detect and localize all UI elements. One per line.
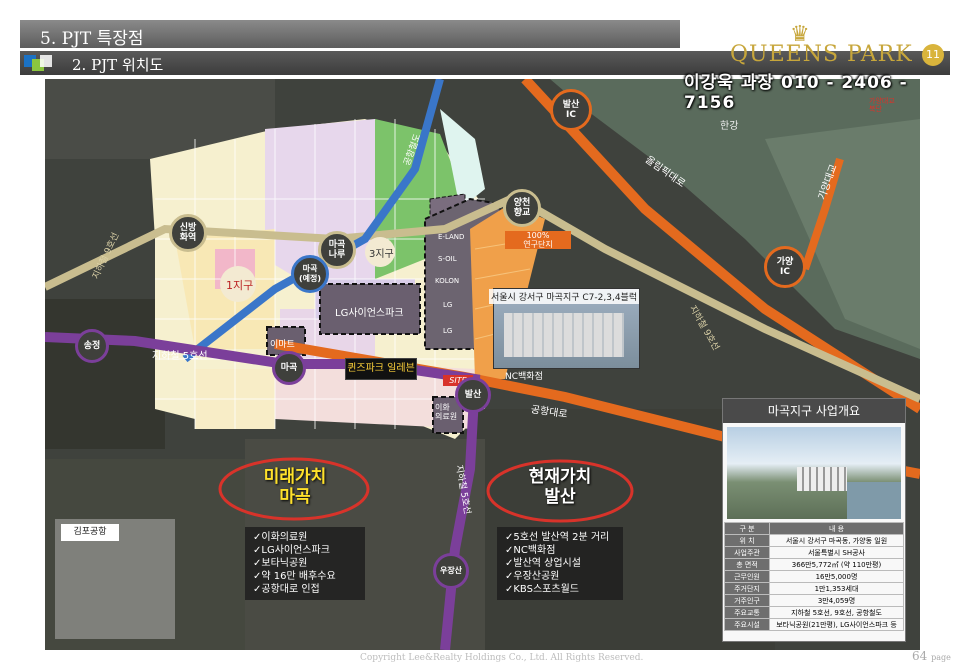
label-lg1: LG [443,301,453,309]
future-item: ✓보타닉공원 [253,558,308,569]
station-balsan-ic: 발산 IC [550,89,592,131]
table-cell: 서울시 강서구 마곡동, 가양동 일원 [769,534,904,547]
slide: 5. PJT 특장점 2. PJT 위치도 ♛ QUEENS PARK 11 서… [0,0,962,666]
table-cell: 위 치 [724,534,770,547]
label-ewha: 이화 의료원 [435,403,458,421]
station-yangcheon: 양천 향교 [503,189,541,227]
table-cell: 내 용 [769,522,904,535]
section-header: 5. PJT 특장점 [20,20,680,49]
future-features: ✓이화의료원 ✓LG사이언스파크 ✓보타닉공원 ✓약 16만 배후수요 ✓공항대… [245,527,365,600]
table-cell: 서울특별시 SH공사 [769,546,904,559]
research-tag: 100% 연구단지 [505,231,571,249]
label-nc: NC백화점 [505,372,543,382]
label-hangang: 한강 [720,121,739,132]
table-row: 사업주관 서울특별시 SH공사 [724,546,904,559]
project-caption: 서울시 강서구 마곡지구 C7-2,3,4블럭 [489,289,640,304]
table-row: 거주인구 3만4,059명 [724,594,904,607]
table-cell: 사업주관 [724,546,770,559]
overview-panel: 마곡지구 사업개요 구 분내 용 위 치 서울시 강서구 마곡동, 가양동 일원 … [722,398,906,642]
table-cell: 근무인원 [724,570,770,583]
label-lg2: LG [443,327,453,335]
copyright: Copyright Lee&Realty Holdings Co., Ltd. … [360,653,644,663]
future-item: ✓LG사이언스파크 [253,545,330,556]
contact-info: 이강욱 과장 010 - 2406 - 7156 [684,73,908,113]
table-cell: 보타닉공원(21만평), LG사이언스파크 등 [769,618,904,631]
overview-table: 구 분내 용 위 치 서울시 강서구 마곡동, 가양동 일원 사업주관 서울특별시 … [724,522,904,631]
table-row: 총 면적 366만5,772㎡ (약 110만평) [724,558,904,571]
table-row: 위 치 서울시 강서구 마곡동, 가양동 일원 [724,534,904,547]
label-eland: E-LAND [438,233,465,241]
label-lg-science: LG사이언스파크 [335,308,404,319]
table-cell: 총 면적 [724,558,770,571]
station-balsan: 발산 [455,377,491,413]
label-district3: 3지구 [369,249,394,260]
table-cell: 3만4,059명 [769,594,904,607]
table-cell: 지하철 5호선, 9호선, 공항철도 [769,606,904,619]
table-cell: 16만5,000명 [769,570,904,583]
table-cell: 거주인구 [724,594,770,607]
present-item: ✓발산역 상업시설 [505,558,581,569]
section-title: 5. PJT 특장점 [40,29,144,49]
aerial-buildings [797,467,847,491]
page-value: 64 [912,649,928,663]
station-ujangsan: 우장산 [433,553,469,589]
logo-text: QUEENS PARK [730,42,913,67]
table-cell: 주요교통 [724,606,770,619]
present-value-title: 현재가치 발산 [528,467,592,507]
aerial-image [727,427,901,519]
table-cell: 주거단지 [724,582,770,595]
table-cell: 주요시설 [724,618,770,631]
table-cell: 1만1,353세대 [769,582,904,595]
station-magok-planned: 마곡 (예정) [291,255,329,293]
page-suffix: page [931,653,951,662]
page-number: 64 page [912,649,951,663]
label-emart: 이마트 [270,340,295,350]
white-square-icon [40,55,52,67]
table-row: 주요시설 보타닉공원(21만평), LG사이언스파크 등 [724,618,904,631]
station-gayang-ic: 가양 IC [764,246,806,288]
label-gimpo: 김포공항 [61,524,119,541]
present-features: ✓5호선 발산역 2분 거리 ✓NC백화점 ✓발산역 상업시설 ✓우장산공원 ✓… [497,527,623,600]
overview-title: 마곡지구 사업개요 [723,399,905,423]
station-songjeong: 송정 [75,329,109,363]
future-item: ✓이화의료원 [253,532,308,543]
present-item: ✓NC백화점 [505,545,556,556]
future-item: ✓약 16만 배후수요 [253,571,336,582]
present-item: ✓우장산공원 [505,571,560,582]
table-row: 주요교통 지하철 5호선, 9호선, 공항철도 [724,606,904,619]
queens-park-logo: ♛ QUEENS PARK 11 [730,22,950,68]
label-soil: S-OIL [438,255,457,263]
label-kolon: KOLON [435,277,460,285]
table-cell: 구 분 [724,522,770,535]
aerial-river [847,482,901,519]
queens-park-label: 퀸즈파크 일레븐 [345,358,417,380]
logo-number: 11 [922,44,944,66]
label-district1: 1지구 [226,279,254,292]
sub-title: 2. PJT 위치도 [72,56,164,74]
table-row: 구 분내 용 [724,522,904,535]
present-item: ✓KBS스포츠월드 [505,584,579,595]
building-image [504,313,624,357]
station-sinbang: 신방 화역 [169,214,207,252]
label-subway5: 지하철 5호선 [152,351,208,362]
table-row: 주거단지 1만1,353세대 [724,582,904,595]
future-value-title: 미래가치 마곡 [263,467,327,507]
station-magok: 마곡 [272,351,306,385]
future-item: ✓공항대로 인접 [253,584,320,595]
table-cell: 366만5,772㎡ (약 110만평) [769,558,904,571]
table-row: 근무인원 16만5,000명 [724,570,904,583]
present-item: ✓5호선 발산역 2분 거리 [505,532,610,543]
